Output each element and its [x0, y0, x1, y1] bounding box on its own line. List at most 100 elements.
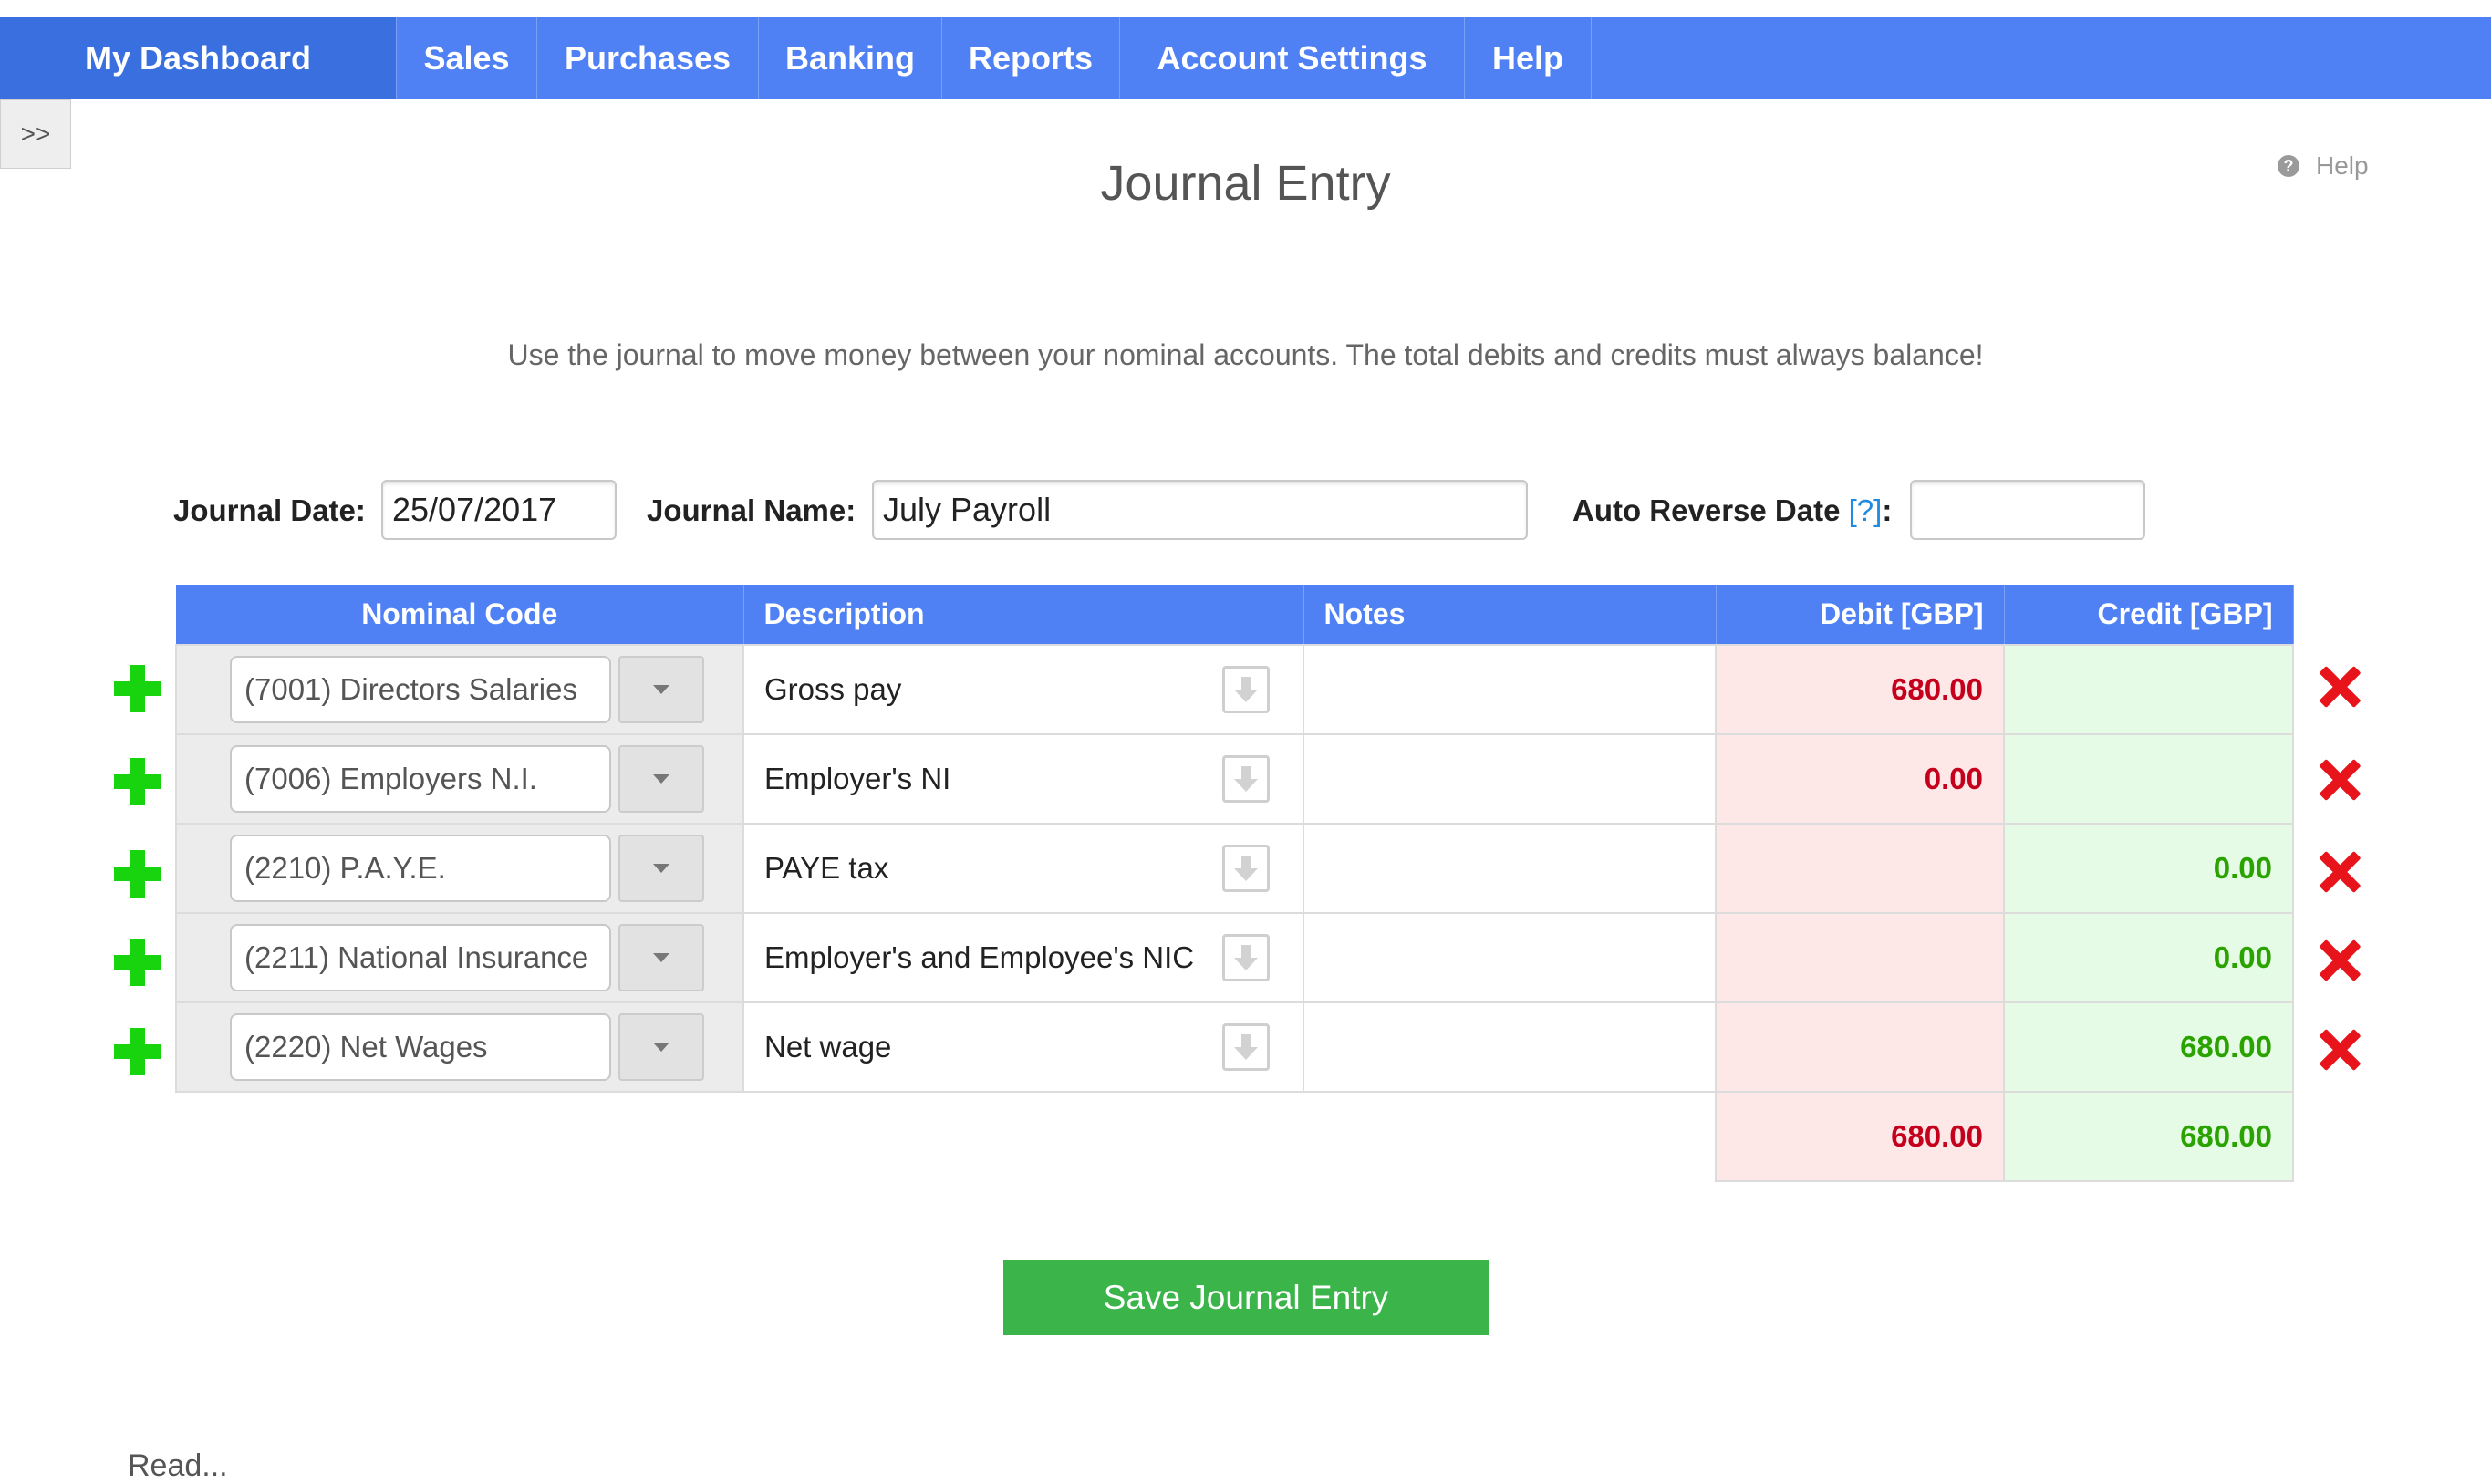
save-journal-entry-button[interactable]: Save Journal Entry [1003, 1260, 1489, 1335]
header-nominal-code: Nominal Code [176, 585, 744, 645]
nominal-code-cell: (7006) Employers N.I. [175, 733, 744, 825]
notes-cell[interactable] [1303, 1001, 1717, 1093]
description-cell[interactable]: Employer's NI [742, 733, 1304, 825]
nominal-code-dropdown-button[interactable] [618, 924, 704, 991]
notes-cell[interactable] [1303, 733, 1717, 825]
caret-down-icon [653, 1043, 669, 1052]
header-description: Description [743, 585, 1304, 645]
nominal-code-cell: (2220) Net Wages [175, 1001, 744, 1093]
plus-icon[interactable] [114, 758, 161, 805]
nominal-code-dropdown-button[interactable] [618, 745, 704, 813]
nav-account-settings[interactable]: Account Settings [1120, 17, 1465, 99]
table-header-row: Nominal Code Description Notes Debit [GB… [176, 585, 2294, 645]
notes-cell[interactable] [1303, 823, 1717, 914]
nominal-code-cell: (7001) Directors Salaries [175, 644, 744, 735]
nav-banking[interactable]: Banking [759, 17, 942, 99]
x-icon[interactable] [2319, 851, 2361, 893]
help-link[interactable]: ? Help [2278, 151, 2369, 181]
nominal-code-select[interactable]: (2210) P.A.Y.E. [230, 835, 611, 902]
header-debit: Debit [GBP] [1716, 585, 2005, 645]
debit-cell[interactable]: 0.00 [1715, 733, 2005, 825]
credit-total: 680.00 [2003, 1091, 2294, 1182]
nominal-code-dropdown-button[interactable] [618, 835, 704, 902]
question-circle-icon: ? [2278, 155, 2299, 177]
debit-cell[interactable] [1715, 1001, 2005, 1093]
notes-cell[interactable] [1303, 912, 1717, 1003]
journal-date-input[interactable]: 25/07/2017 [381, 480, 617, 540]
description-cell[interactable]: PAYE tax [742, 823, 1304, 914]
nominal-code-cell: (2211) National Insurance [175, 912, 744, 1003]
page-title: Journal Entry [1100, 156, 1391, 211]
nominal-code-select[interactable]: (7001) Directors Salaries [230, 656, 611, 723]
x-icon[interactable] [2319, 759, 2361, 801]
journal-date-label: Journal Date: [173, 493, 366, 527]
auto-reverse-date-text: Auto Reverse Date [1572, 493, 1841, 527]
plus-icon[interactable] [114, 850, 161, 898]
top-navigation: My Dashboard Sales Purchases Banking Rep… [0, 17, 2491, 99]
x-icon[interactable] [2319, 666, 2361, 708]
header-credit: Credit [GBP] [2004, 585, 2294, 645]
plus-icon[interactable] [114, 1028, 161, 1075]
debit-cell[interactable]: 680.00 [1715, 644, 2005, 735]
arrow-down-icon[interactable] [1222, 666, 1270, 713]
caret-down-icon [653, 864, 669, 873]
nominal-code-select[interactable]: (7006) Employers N.I. [230, 745, 611, 813]
totals-spacer [743, 1092, 1303, 1181]
table-row: (2210) P.A.Y.E. PAYE tax 0.00 [175, 823, 2294, 914]
nav-help[interactable]: Help [1465, 17, 1592, 99]
nav-purchases[interactable]: Purchases [537, 17, 759, 99]
plus-icon[interactable] [114, 939, 161, 986]
table-row: (7001) Directors Salaries Gross pay 680.… [175, 644, 2294, 735]
totals-spacer [176, 1092, 743, 1181]
arrow-down-icon[interactable] [1222, 1023, 1270, 1071]
nominal-code-select[interactable]: (2220) Net Wages [230, 1013, 611, 1081]
description-text: Gross pay [764, 672, 902, 706]
description-cell[interactable]: Net wage [742, 1001, 1304, 1093]
auto-reverse-date-input[interactable] [1910, 480, 2145, 540]
credit-cell[interactable]: 0.00 [2003, 823, 2294, 914]
caret-down-icon [653, 774, 669, 784]
journal-name-label: Journal Name: [647, 493, 856, 527]
x-icon[interactable] [2319, 939, 2361, 981]
footer-partial-text: Read... [128, 1448, 228, 1483]
help-label: Help [2316, 151, 2369, 180]
header-notes: Notes [1303, 585, 1717, 645]
description-text: PAYE tax [764, 851, 889, 885]
debit-cell[interactable] [1715, 823, 2005, 914]
nominal-code-cell: (2210) P.A.Y.E. [175, 823, 744, 914]
table-row: (2220) Net Wages Net wage 680.00 [175, 1001, 2294, 1093]
nominal-code-dropdown-button[interactable] [618, 656, 704, 723]
credit-cell[interactable] [2003, 644, 2294, 735]
journal-name-input[interactable]: July Payroll [872, 480, 1528, 540]
debit-cell[interactable] [1715, 912, 2005, 1003]
credit-cell[interactable] [2003, 733, 2294, 825]
description-cell[interactable]: Employer's and Employee's NIC [742, 912, 1304, 1003]
credit-cell[interactable]: 0.00 [2003, 912, 2294, 1003]
totals-row: 680.00 680.00 [176, 1091, 2294, 1182]
arrow-down-icon[interactable] [1222, 845, 1270, 892]
nominal-code-dropdown-button[interactable] [618, 1013, 704, 1081]
description-text: Employer's and Employee's NIC [764, 940, 1195, 974]
plus-icon[interactable] [114, 665, 161, 712]
arrow-down-icon[interactable] [1222, 934, 1270, 981]
x-icon[interactable] [2319, 1029, 2361, 1071]
nav-reports[interactable]: Reports [942, 17, 1120, 99]
debit-total: 680.00 [1715, 1091, 2005, 1182]
nav-sales[interactable]: Sales [397, 17, 537, 99]
table-row: (7006) Employers N.I. Employer's NI 0.00 [175, 733, 2294, 825]
intro-text: Use the journal to move money between yo… [507, 338, 1984, 371]
description-cell[interactable]: Gross pay [742, 644, 1304, 735]
auto-reverse-date-label: Auto Reverse Date [?]: [1572, 493, 1892, 528]
totals-spacer [1303, 1092, 1716, 1181]
auto-reverse-colon: : [1882, 493, 1893, 527]
journal-table: Nominal Code Description Notes Debit [GB… [175, 585, 2294, 1182]
description-text: Employer's NI [764, 762, 951, 795]
arrow-down-icon[interactable] [1222, 755, 1270, 803]
nav-my-dashboard[interactable]: My Dashboard [0, 17, 397, 99]
notes-cell[interactable] [1303, 644, 1717, 735]
auto-reverse-help-link[interactable]: [?] [1849, 493, 1883, 527]
credit-cell[interactable]: 680.00 [2003, 1001, 2294, 1093]
nominal-code-select[interactable]: (2211) National Insurance [230, 924, 611, 991]
table-row: (2211) National Insurance Employer's and… [175, 912, 2294, 1003]
description-text: Net wage [764, 1030, 892, 1064]
